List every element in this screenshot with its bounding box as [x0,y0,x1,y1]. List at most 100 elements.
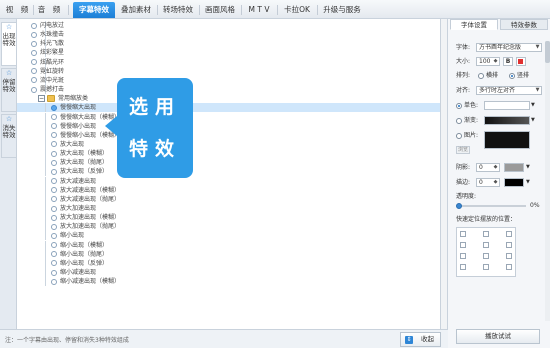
tree-scrollbar[interactable] [441,19,448,329]
tab-subtitle-effects[interactable]: 字幕特效 [73,2,115,18]
chevron-down-icon[interactable]: ▼ [531,116,535,125]
effect-icon [51,114,57,120]
effect-icon [31,86,37,93]
position-cell[interactable] [460,231,466,237]
position-cell[interactable] [483,231,489,237]
tree-item[interactable]: 缩小出现（反弹） [17,258,440,268]
effects-tree[interactable]: 闪电放过 水珠撞击 抖光飞散 炫彩繁星 炫酷光环 霓虹旋转 流中光斑 震撼打击 − 常用缩放类 慢慢… [17,19,441,329]
opacity-slider[interactable] [458,205,526,207]
size-stepper[interactable]: 100 ◆ [476,57,500,66]
chevron-down-icon[interactable]: ▼ [526,163,530,172]
tab-upgrade[interactable]: 升级与服务 [320,2,364,18]
solid-color-radio[interactable] [456,103,462,109]
tab-overlay[interactable]: 叠加素材 [118,2,154,18]
tree-item[interactable]: 放大减速出现（抛尾） [17,194,440,204]
effect-icon [51,269,57,276]
gradient-radio[interactable] [456,118,462,124]
tree-item[interactable]: 闪电放过 [17,21,440,30]
tree-item[interactable]: 放大减速出现（模糊） [17,185,440,195]
tab-audio[interactable]: 音 频 [36,2,62,18]
position-cell[interactable] [460,242,466,248]
position-cell[interactable] [483,253,489,259]
play-preview-button[interactable]: 播放试试 [456,329,540,344]
browse-button[interactable]: 浏览 [456,146,470,154]
tab-mtv[interactable]: M T V [244,2,274,18]
tree-item[interactable]: 放大加速出现（模糊） [17,213,440,223]
status-note: 注：一个字幕由出现、停留和消失3种特效组成 [5,337,129,344]
color-picker-button[interactable] [516,57,526,66]
effect-icon [51,159,57,166]
tree-item[interactable]: 放大加速出现 [17,204,440,213]
stroke-stepper[interactable]: 0 ◆ [476,178,500,187]
tree-item[interactable]: 放大减速出现 [17,176,440,186]
tree-item[interactable]: 慢慢缩小出现（模糊） [17,130,440,140]
size-label: 大小: [456,58,471,65]
tree-item[interactable]: 霓虹旋转 [17,66,440,76]
position-cell[interactable] [483,242,489,248]
tree-category[interactable]: − 常用缩放类 [17,94,440,103]
tree-item[interactable]: 缩小减速出现 [17,268,440,278]
tree-item[interactable]: 放大出现（抛尾） [17,158,440,168]
vtab-appear[interactable]: ☆ 出现特效 [1,22,16,66]
collapse-button[interactable]: ⇕ 收起 [400,332,441,347]
tree-item[interactable]: 炫酷光环 [17,57,440,67]
tab-karaoke[interactable]: 卡拉OK [280,2,314,18]
tree-item[interactable]: 抖光飞散 [17,39,440,49]
position-cell[interactable] [460,264,466,270]
tree-item[interactable]: 水珠撞击 [17,30,440,40]
align-select[interactable]: 多行时左对齐 ▼ [476,86,542,95]
folder-icon [47,95,55,103]
tree-item[interactable]: 震撼打击 [17,85,440,95]
position-cell[interactable] [483,264,489,270]
scrollbar-thumb[interactable] [545,41,550,63]
tree-item[interactable]: 缩小出现（模糊） [17,240,440,250]
tab-transitions[interactable]: 转场特效 [160,2,196,18]
tree-item-label: 炫酷光环 [40,58,65,66]
tree-item[interactable]: 放大加速出现（抛尾） [17,222,440,232]
tab-separator [317,5,318,15]
position-cell[interactable] [506,242,512,248]
opacity-slider-thumb[interactable] [456,203,462,209]
vertical-radio[interactable] [509,73,515,79]
gradient-label: 渐变: [464,117,479,124]
solid-color-swatch[interactable] [484,101,530,110]
tree-item[interactable]: 慢慢缩小出现 [17,121,440,131]
font-select[interactable]: 方书酉年纪念版 ▼ [476,43,542,52]
effect-icon [31,31,37,38]
chevron-down-icon[interactable]: ▼ [531,101,535,110]
tree-item[interactable]: 放大出现（反弹） [17,167,440,177]
tree-item[interactable]: 缩小出现 [17,231,440,241]
position-cell[interactable] [506,231,512,237]
tab-style[interactable]: 画面风格 [202,2,238,18]
tab-video[interactable]: 视 频 [4,2,30,18]
shadow-stepper[interactable]: 0 ◆ [476,163,500,172]
tab-font-settings[interactable]: 字体设置 [450,19,498,30]
gradient-swatch[interactable] [484,116,530,125]
tree-item[interactable]: 缩小减速出现（模糊） [17,277,440,287]
horizontal-radio[interactable] [478,73,484,79]
tree-item[interactable]: 炫彩繁星 [17,48,440,58]
tree-item[interactable]: 慢慢缩大出现 [17,103,440,113]
bold-toggle[interactable]: B [503,57,513,66]
tab-effect-params[interactable]: 特效参数 [500,19,548,30]
chevron-down-icon[interactable]: ▼ [526,178,530,187]
effect-icon [51,278,57,285]
tree-item[interactable]: 缩小出现（抛尾） [17,249,440,259]
position-cell[interactable] [506,264,512,270]
tree-item[interactable]: 流中光斑 [17,75,440,85]
vtab-stay[interactable]: ☆ 停留特效 [1,68,16,112]
vtab-disappear[interactable]: ☆ 消失特效 [1,114,16,158]
collapse-toggle-icon[interactable]: − [38,95,45,103]
tree-item[interactable]: 放大出现（模糊） [17,149,440,159]
tree-item[interactable]: 放大出现 [17,139,440,149]
stroke-color-swatch[interactable] [504,178,524,187]
effect-icon [31,49,37,56]
tree-item-label: 放大减速出现（模糊） [60,186,121,194]
position-cell[interactable] [460,253,466,259]
chevron-down-icon: ▼ [535,87,540,93]
shadow-color-swatch[interactable] [504,163,524,172]
tree-item[interactable]: 慢慢缩大出现（模糊） [17,112,440,122]
settings-scrollbar[interactable] [545,41,550,321]
position-cell[interactable] [506,253,512,259]
image-radio[interactable] [456,133,462,139]
